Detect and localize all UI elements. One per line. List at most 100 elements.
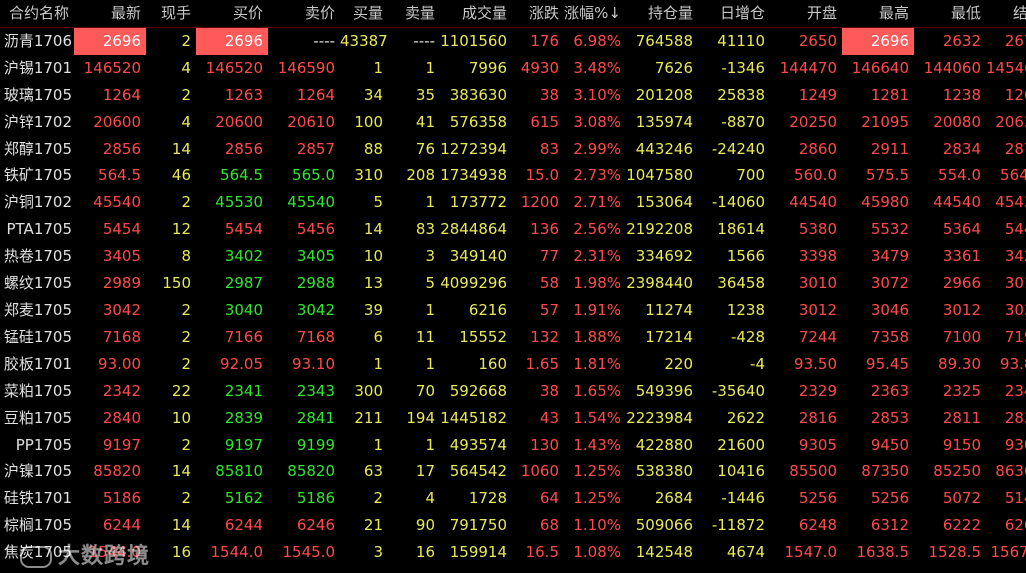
table-row[interactable]: 螺纹1705 2989 150 2987 2988 13 5 4099296 58 1.98% 23…: [0, 270, 1026, 297]
cell-change: 57: [539, 300, 559, 319]
cell-bidvol: 88: [363, 139, 383, 158]
cell-ask: 9199: [296, 435, 335, 454]
cell-high: 5532: [870, 220, 909, 239]
cell-pct: 2.56%: [573, 220, 621, 239]
cell-pct: 6.98%: [573, 31, 621, 50]
cell-oichg: 18614: [717, 220, 765, 239]
cell-high: 7358: [870, 327, 909, 346]
cell-oi: 2684: [654, 489, 693, 508]
column-header-volume[interactable]: 成交量: [440, 0, 512, 28]
cell-askvol: 35: [415, 85, 435, 104]
cell-askvol: 4: [425, 489, 435, 508]
table-row[interactable]: PTA1705 5454 12 5454 5456 14 83 2844864 136 2.56%…: [0, 216, 1026, 243]
table-row[interactable]: 豆粕1705 2840 10 2839 2841 211 194 1445182 43 1.54%…: [0, 405, 1026, 432]
column-header-last[interactable]: 最新: [74, 0, 146, 28]
cell-oichg: -11872: [711, 516, 765, 535]
cell-change: 615: [530, 112, 559, 131]
table-row[interactable]: 郑醇1705 2856 14 2856 2857 88 76 1272394 83 2.99% 44…: [0, 136, 1026, 163]
cell-settle: 2672: [1004, 31, 1026, 50]
table-row[interactable]: 沪镍1705 85820 14 85810 85820 63 17 564542 1060 1.2…: [0, 458, 1026, 485]
cell-name: 胶板1701: [3, 354, 72, 373]
table-row[interactable]: 玻璃1705 1264 2 1263 1264 34 35 383630 38 3.10% 2012…: [0, 82, 1026, 109]
column-header-name[interactable]: 合约名称: [0, 0, 74, 28]
cell-pct: 1.10%: [573, 516, 621, 535]
cell-bid: 45530: [215, 193, 263, 212]
cell-bid: 3040: [224, 300, 263, 319]
cell-last: 6244: [102, 516, 141, 535]
table-row[interactable]: 棕榈1705 6244 14 6244 6246 21 90 791750 68 1.10% 509…: [0, 512, 1026, 539]
cell-bid: 5162: [224, 489, 263, 508]
cell-bid: 92.05: [220, 354, 263, 373]
column-header-open[interactable]: 开盘: [770, 0, 842, 28]
column-header-ask[interactable]: 卖价: [268, 0, 340, 28]
table-row[interactable]: 沪锌1702 20600 4 20600 20610 100 41 576358 615 3.08…: [0, 109, 1026, 136]
cell-high: 3072: [870, 274, 909, 293]
cell-pct: 1.88%: [573, 327, 621, 346]
cell-bid: 7166: [224, 327, 263, 346]
table-row[interactable]: 热卷1705 3405 8 3402 3405 10 3 349140 77 2.31% 33469…: [0, 243, 1026, 270]
cell-volume: 1445182: [440, 408, 507, 427]
table-row[interactable]: 铁矿1705 564.5 46 564.5 565.0 310 208 1734938 15.0…: [0, 162, 1026, 189]
cell-oichg: -4: [750, 354, 765, 373]
column-header-bidvol[interactable]: 买量: [340, 0, 388, 28]
cell-askvol: 70: [415, 381, 435, 400]
cell-bidvol: 1: [373, 58, 383, 77]
cell-name: 硅铁1701: [3, 489, 72, 508]
cell-volume: 6216: [468, 300, 507, 319]
cell-name: 沪锌1702: [3, 112, 72, 131]
cell-bidvol: 43387: [340, 31, 388, 50]
cell-hand: 2: [181, 435, 191, 454]
table-row[interactable]: 焦炭1705 1544.0 16 1544.0 1545.0 3 16 159914 16.5 1…: [0, 539, 1026, 566]
column-header-bid[interactable]: 买价: [196, 0, 268, 28]
column-header-change[interactable]: 涨跌: [512, 0, 564, 28]
cell-settle: 3035: [1004, 300, 1026, 319]
cell-pct: 1.25%: [573, 489, 621, 508]
cell-low: 89.30: [938, 354, 981, 373]
cell-low: 5072: [942, 489, 981, 508]
cell-pct: 1.98%: [573, 274, 621, 293]
table-row[interactable]: 沪锡1701 146520 4 146520 146590 1 1 7996 4930 3.48%…: [0, 55, 1026, 82]
cell-hand: 14: [171, 462, 191, 481]
cell-bidvol: 63: [363, 462, 383, 481]
table-row[interactable]: 沥青1706 2696 2 2696 ---- 43387 ---- 1101560 176 6.…: [0, 27, 1026, 55]
cell-pct: 1.81%: [573, 354, 621, 373]
cell-ask: 565.0: [292, 166, 335, 185]
cell-low: 2966: [942, 274, 981, 293]
cell-oi: 135974: [635, 112, 693, 131]
column-header-hand[interactable]: 现手: [146, 0, 196, 28]
cell-settle: 2834: [1004, 408, 1026, 427]
cell-last: 85820: [93, 462, 141, 481]
cell-oi: 201208: [635, 85, 693, 104]
cell-open: 560.0: [794, 166, 837, 185]
column-header-oichg[interactable]: 日增仓: [698, 0, 770, 28]
column-header-settle[interactable]: 结算: [986, 0, 1026, 28]
cell-oichg: -428: [730, 327, 765, 346]
table-body: 沥青1706 2696 2 2696 ---- 43387 ---- 1101560 176 6.…: [0, 27, 1026, 566]
cell-bidvol: 3: [373, 543, 383, 562]
column-header-askvol[interactable]: 卖量: [388, 0, 440, 28]
cell-pct: 1.43%: [573, 435, 621, 454]
cell-high: 3046: [870, 300, 909, 319]
table-row[interactable]: 锰硅1705 7168 2 7166 7168 6 11 15552 132 1.88% 17214…: [0, 324, 1026, 351]
table-row[interactable]: 硅铁1701 5186 2 5162 5186 2 4 1728 64 1.25% 2684 -144…: [0, 485, 1026, 512]
cell-askvol: 3: [425, 247, 435, 266]
table-row[interactable]: 沪铜1702 45540 2 45530 45540 5 1 173772 1200 2.71% 1…: [0, 189, 1026, 216]
column-header-low[interactable]: 最低: [914, 0, 986, 28]
cell-bid: 6244: [224, 516, 263, 535]
table-row[interactable]: PP1705 9197 2 9197 9199 1 1 493574 130 1.43% 42288…: [0, 432, 1026, 459]
cell-last: 20600: [93, 112, 141, 131]
cell-oichg: 1566: [726, 247, 765, 266]
column-header-pct[interactable]: 涨幅%↓: [564, 0, 626, 28]
table-row[interactable]: 胶板1701 93.00 2 92.05 93.10 1 1 160 1.65 1.81% 220 -…: [0, 351, 1026, 378]
cell-last: 564.5: [98, 166, 141, 185]
cell-volume: 349140: [449, 247, 507, 266]
column-header-high[interactable]: 最高: [842, 0, 914, 28]
cell-oi: 2223984: [626, 408, 693, 427]
table-row[interactable]: 郑麦1705 3042 2 3040 3042 39 1 6216 57 1.91% 11274 12…: [0, 297, 1026, 324]
cell-pct: 1.65%: [573, 381, 621, 400]
cell-bidvol: 1: [373, 354, 383, 373]
cell-name: 螺纹1705: [3, 274, 72, 293]
table-row[interactable]: 菜粕1705 2342 22 2341 2343 300 70 592668 38 1.65% 54…: [0, 378, 1026, 405]
column-header-oi[interactable]: 持仓量: [626, 0, 698, 28]
cell-oi: 220: [664, 354, 693, 373]
